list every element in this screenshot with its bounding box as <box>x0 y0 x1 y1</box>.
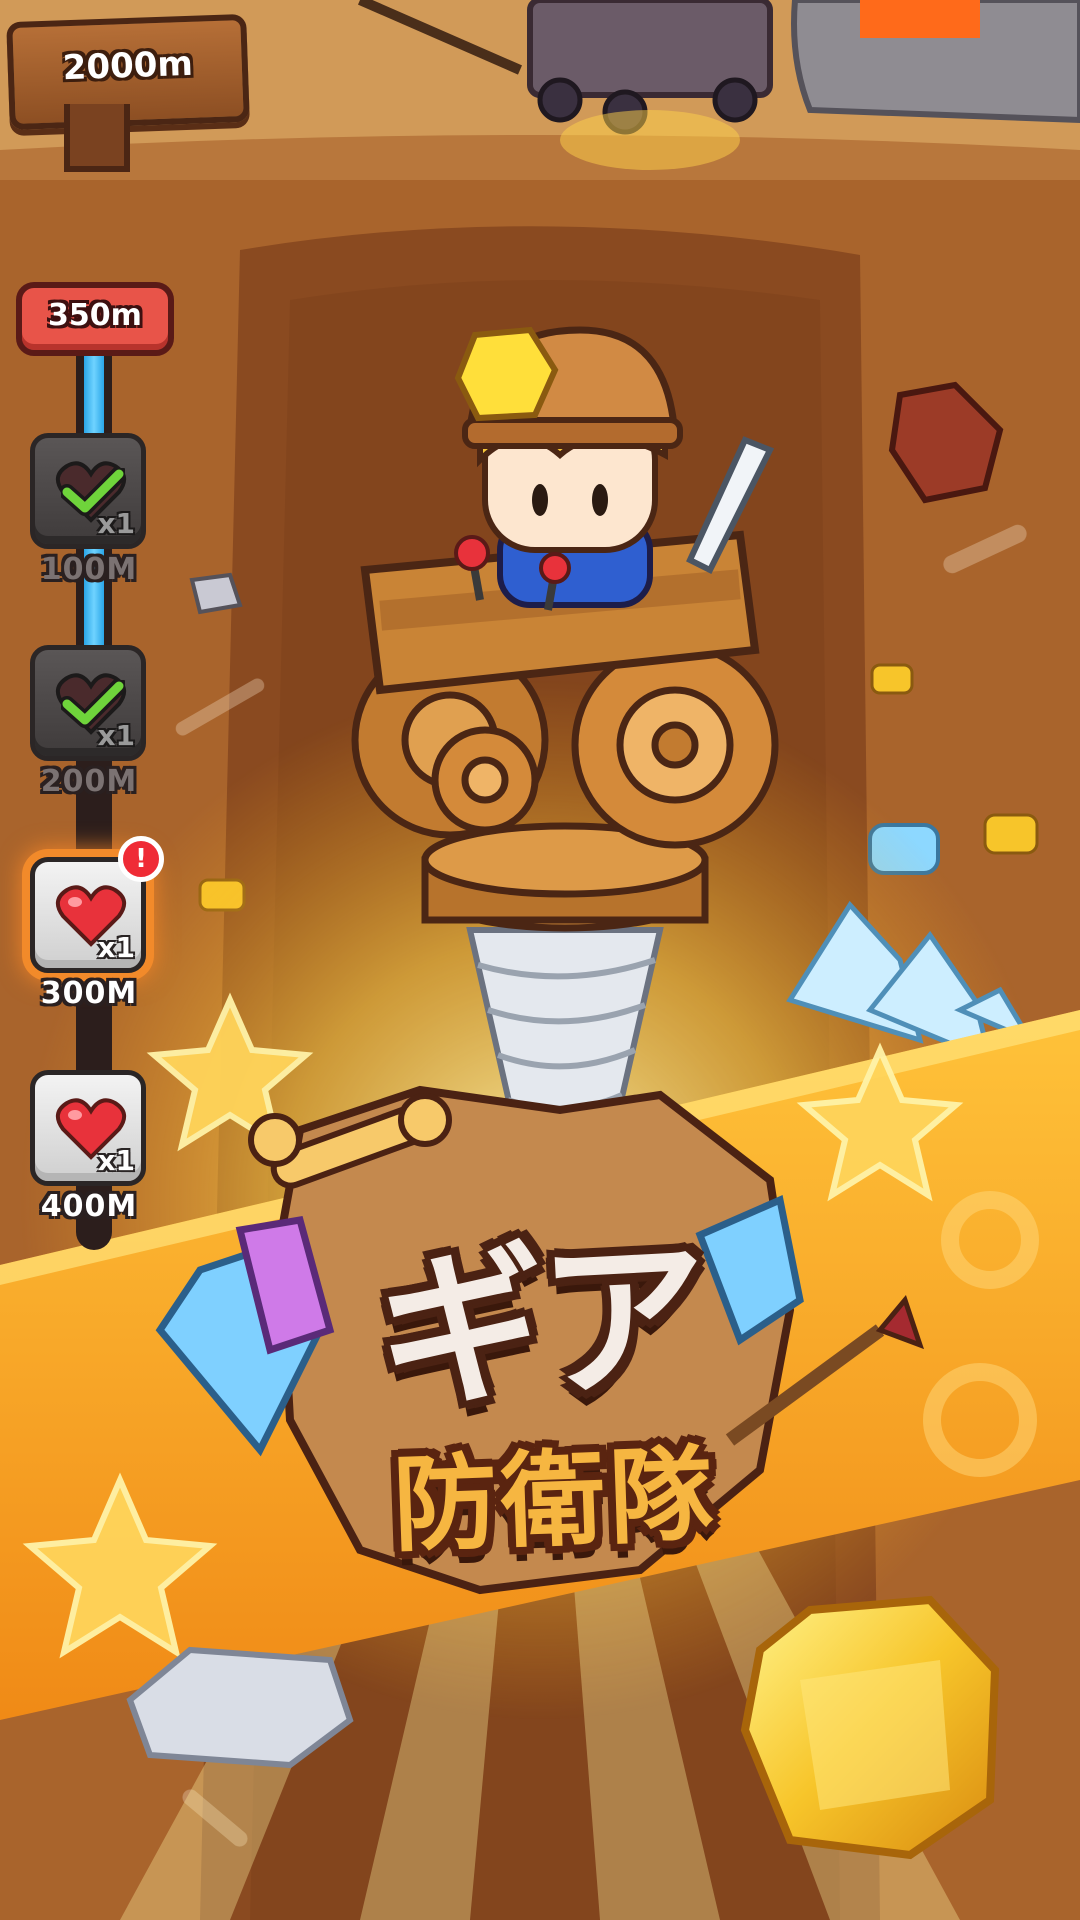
current-depth-badge: 350m <box>16 282 174 356</box>
milestone-depth-label: 300M <box>40 976 138 1011</box>
current-depth-label: 350m <box>48 298 142 333</box>
milestone-reward-count: x1 <box>97 507 135 540</box>
milestone-depth-label: 100M <box>40 552 138 587</box>
game-subtitle-logo: 防衛隊 <box>390 1433 720 1567</box>
milestone-depth-label: 400M <box>40 1189 138 1224</box>
milestone-reward-400m[interactable]: x1 <box>30 1070 146 1186</box>
signpost-depth-label: 2000m <box>62 43 194 89</box>
signpost-pole <box>64 104 130 172</box>
new-reward-alert-badge: ! <box>118 836 164 882</box>
milestone-reward-count: x1 <box>97 1144 135 1177</box>
milestone-depth-label: 200M <box>40 764 138 799</box>
milestone-reward-count: x1 <box>97 719 135 752</box>
milestone-reward-100m[interactable]: x1 <box>30 433 146 549</box>
milestone-reward-count: x1 <box>97 931 135 964</box>
game-title-logo: ギア <box>373 1218 707 1432</box>
milestone-reward-200m[interactable]: x1 <box>30 645 146 761</box>
